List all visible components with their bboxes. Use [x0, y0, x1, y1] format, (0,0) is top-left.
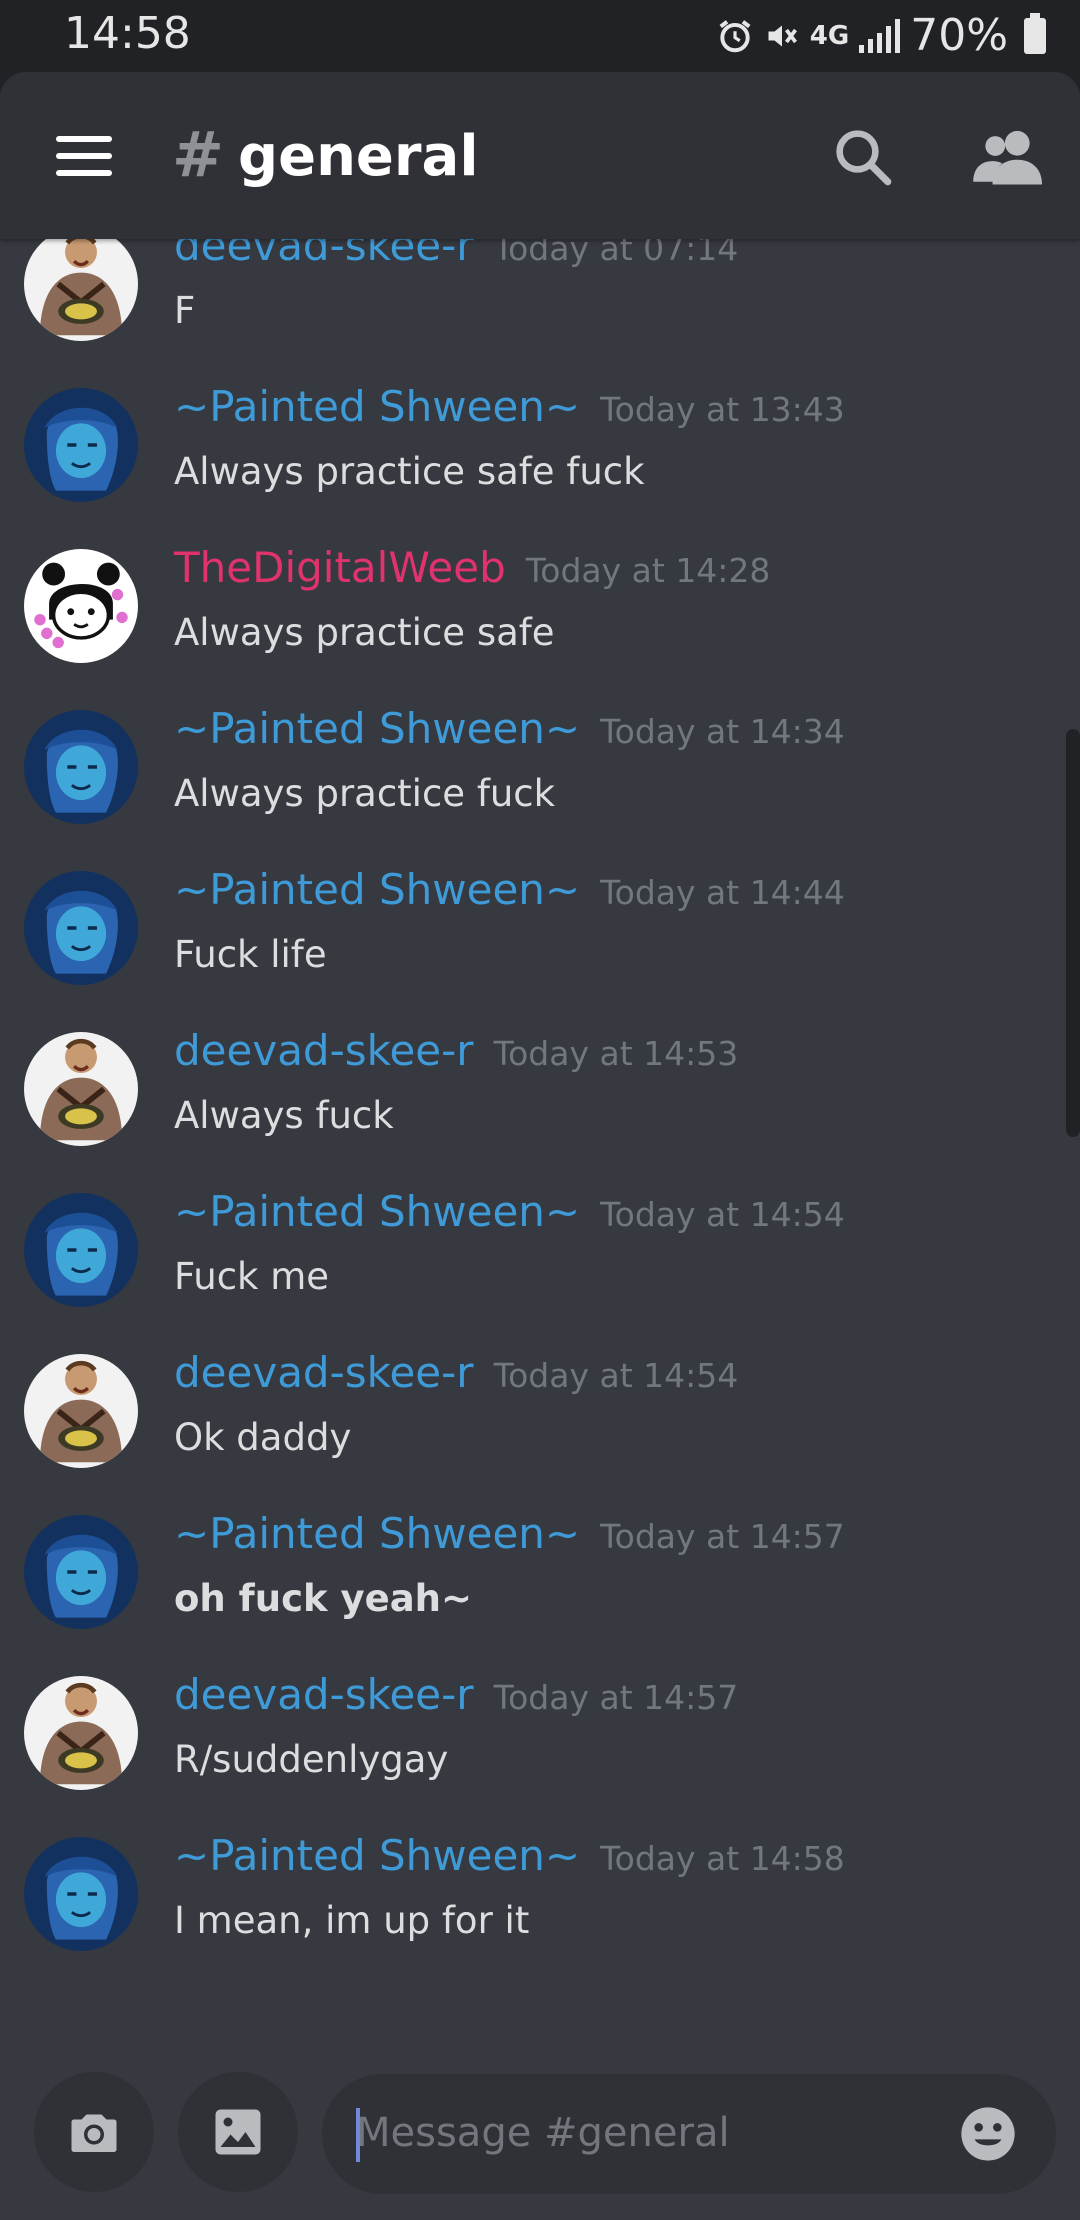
message-header: ~Painted Shween~ Today at 13:43: [174, 382, 845, 431]
message-timestamp: Today at 14:54: [493, 1356, 739, 1395]
message-timestamp: Today at 07:14: [493, 239, 739, 268]
image-button[interactable]: [178, 2072, 298, 2192]
scrollbar[interactable]: [1066, 729, 1080, 1137]
message-input[interactable]: Message #general: [322, 2074, 1056, 2194]
message-text: Always practice safe fuck: [174, 450, 645, 493]
message-text: F: [174, 289, 196, 332]
message-item[interactable]: TheDigitalWeeb Today at 14:28 Always pract…: [0, 543, 1040, 703]
message-timestamp: Today at 14:57: [600, 1517, 845, 1556]
message-header: deevad-skee-r Today at 14:54: [174, 1348, 738, 1397]
avatar[interactable]: [24, 1032, 138, 1146]
message-text: Ok daddy: [174, 1416, 352, 1459]
message-timestamp: Today at 14:44: [600, 873, 845, 912]
message-text: Fuck life: [174, 933, 327, 976]
search-icon[interactable]: [830, 124, 896, 190]
camera-icon: [71, 2114, 117, 2152]
message-header: deevad-skee-r Today at 14:53: [174, 1026, 738, 1075]
discord-app: # general deevad-skee-r Today at 07:14 F ~P…: [0, 72, 1080, 2220]
message-placeholder: Message #general: [356, 2110, 730, 2156]
avatar[interactable]: [24, 1837, 138, 1951]
message-header: ~Painted Shween~ Today at 14:34: [174, 704, 845, 753]
message-text: I mean, im up for it: [174, 1899, 530, 1942]
message-item[interactable]: deevad-skee-r Today at 14:57 R/suddenlygay: [0, 1670, 1040, 1830]
message-item[interactable]: ~Painted Shween~ Today at 14:34 Always pra…: [0, 704, 1040, 864]
message-composer: Message #general: [0, 2072, 1080, 2220]
hamburger-menu-icon[interactable]: [56, 136, 112, 176]
avatar[interactable]: [24, 388, 138, 502]
signal-icon: [859, 18, 901, 53]
message-item[interactable]: deevad-skee-r Today at 14:53 Always fuck: [0, 1026, 1040, 1186]
status-icons: 4G 70%: [716, 10, 1046, 61]
message-timestamp: Today at 14:54: [600, 1195, 845, 1234]
message-list[interactable]: deevad-skee-r Today at 07:14 F ~Painted Shw…: [0, 239, 1080, 2109]
avatar[interactable]: [24, 1515, 138, 1629]
message-timestamp: Today at 14:28: [525, 551, 771, 590]
author-name[interactable]: deevad-skee-r: [174, 239, 474, 270]
message-timestamp: Today at 13:43: [600, 390, 845, 429]
message-timestamp: Today at 14:58: [600, 1839, 845, 1878]
members-icon[interactable]: [970, 124, 1048, 190]
avatar[interactable]: [24, 1354, 138, 1468]
avatar[interactable]: [24, 871, 138, 985]
network-type: 4G: [809, 20, 850, 51]
avatar[interactable]: [24, 239, 138, 341]
message-text: Always practice safe: [174, 611, 555, 654]
message-timestamp: Today at 14:57: [493, 1678, 739, 1717]
message-header: ~Painted Shween~ Today at 14:57: [174, 1509, 845, 1558]
author-name[interactable]: deevad-skee-r: [174, 1348, 474, 1397]
message-item[interactable]: ~Painted Shween~ Today at 14:58 I mean, im…: [0, 1831, 1040, 1991]
image-icon: [215, 2109, 261, 2155]
message-text: Always practice fuck: [174, 772, 556, 815]
message-timestamp: Today at 14:34: [600, 712, 845, 751]
battery-icon: [1024, 12, 1046, 54]
author-name[interactable]: deevad-skee-r: [174, 1026, 474, 1075]
channel-title: general: [238, 124, 479, 189]
message-header: ~Painted Shween~ Today at 14:44: [174, 865, 845, 914]
emoji-icon[interactable]: [956, 2102, 1020, 2166]
author-name[interactable]: ~Painted Shween~: [174, 865, 580, 914]
message-header: deevad-skee-r Today at 14:57: [174, 1670, 738, 1719]
avatar[interactable]: [24, 1676, 138, 1790]
status-time: 14:58: [64, 8, 191, 59]
message-item[interactable]: deevad-skee-r Today at 07:14 F: [0, 239, 1040, 381]
message-item[interactable]: ~Painted Shween~ Today at 14:57 oh fuck ye…: [0, 1509, 1040, 1669]
channel-header: # general: [0, 72, 1080, 239]
author-name[interactable]: deevad-skee-r: [174, 1670, 474, 1719]
message-text: Fuck me: [174, 1255, 330, 1298]
channel-hash-icon: #: [172, 118, 224, 191]
message-item[interactable]: ~Painted Shween~ Today at 13:43 Always pra…: [0, 382, 1040, 542]
message-timestamp: Today at 14:53: [493, 1034, 739, 1073]
author-name[interactable]: ~Painted Shween~: [174, 1187, 580, 1236]
status-bar: 14:58 4G 70%: [0, 0, 1080, 72]
author-name[interactable]: ~Painted Shween~: [174, 704, 580, 753]
message-header: TheDigitalWeeb Today at 14:28: [174, 543, 770, 592]
alarm-icon: [719, 19, 751, 52]
avatar[interactable]: [24, 710, 138, 824]
mute-icon: [768, 25, 797, 46]
author-name[interactable]: ~Painted Shween~: [174, 1509, 580, 1558]
battery-level: 70%: [910, 10, 1008, 61]
camera-button[interactable]: [34, 2072, 154, 2192]
message-text: oh fuck yeah~: [174, 1577, 473, 1620]
message-text: Always fuck: [174, 1094, 394, 1137]
message-item[interactable]: ~Painted Shween~ Today at 14:54 Fuck me: [0, 1187, 1040, 1347]
message-text: R/suddenlygay: [174, 1738, 449, 1781]
avatar[interactable]: [24, 1193, 138, 1307]
author-name[interactable]: TheDigitalWeeb: [174, 543, 506, 592]
message-header: deevad-skee-r Today at 07:14: [174, 239, 738, 270]
message-header: ~Painted Shween~ Today at 14:54: [174, 1187, 845, 1236]
message-header: ~Painted Shween~ Today at 14:58: [174, 1831, 845, 1880]
author-name[interactable]: ~Painted Shween~: [174, 382, 580, 431]
message-item[interactable]: ~Painted Shween~ Today at 14:44 Fuck life: [0, 865, 1040, 1025]
avatar[interactable]: [24, 549, 138, 663]
message-item[interactable]: deevad-skee-r Today at 14:54 Ok daddy: [0, 1348, 1040, 1508]
author-name[interactable]: ~Painted Shween~: [174, 1831, 580, 1880]
